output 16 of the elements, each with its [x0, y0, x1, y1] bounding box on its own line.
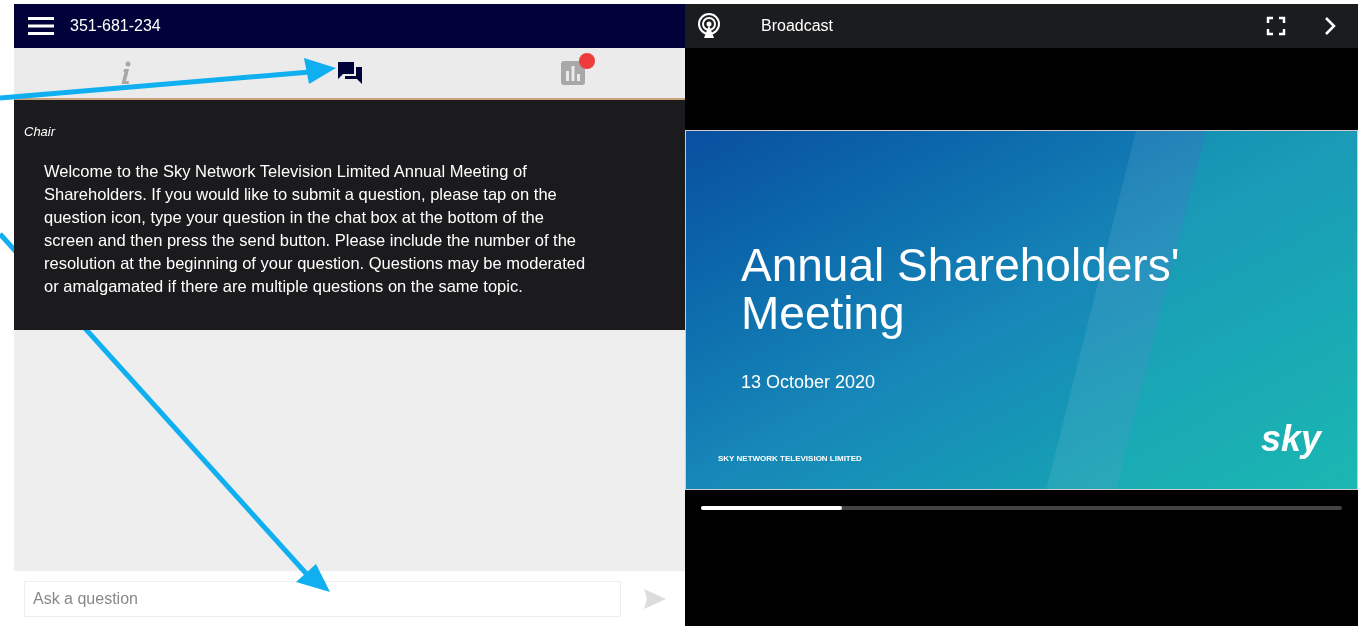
message-text: Welcome to the Sky Network Television Limited Annual Meeting of Shareholders. If you would like to submit a question, please tap on the question icon, type your question in the chat box at the bottom of the screen and then press the send button. Please include the number of the resolution at the beginning of your question. Questions may be moderated or amalgamated if there are multiple questions on the same topic. — [43, 160, 587, 297]
slide-date: 13 October 2020 — [741, 371, 877, 394]
meeting-id: 351-681-234 — [70, 16, 161, 36]
question-input-field[interactable]: Ask a question — [24, 580, 621, 617]
chat-icon[interactable] — [336, 61, 363, 85]
company-name: SKY NETWORK TELEVISION LIMITED — [718, 453, 862, 465]
logo: sky — [1260, 421, 1321, 457]
broadcast-title: Broadcast — [761, 16, 835, 36]
slide-title: Annual Shareholders' Meeting — [741, 241, 1181, 337]
progress-track[interactable] — [701, 506, 1342, 510]
poll-icon[interactable] — [561, 61, 586, 85]
broadcast-icon — [697, 13, 721, 39]
message-author: Chair — [24, 123, 57, 141]
chevron-right-icon[interactable] — [1324, 16, 1336, 36]
fullscreen-icon[interactable] — [1266, 16, 1286, 36]
menu-icon[interactable] — [28, 16, 54, 36]
